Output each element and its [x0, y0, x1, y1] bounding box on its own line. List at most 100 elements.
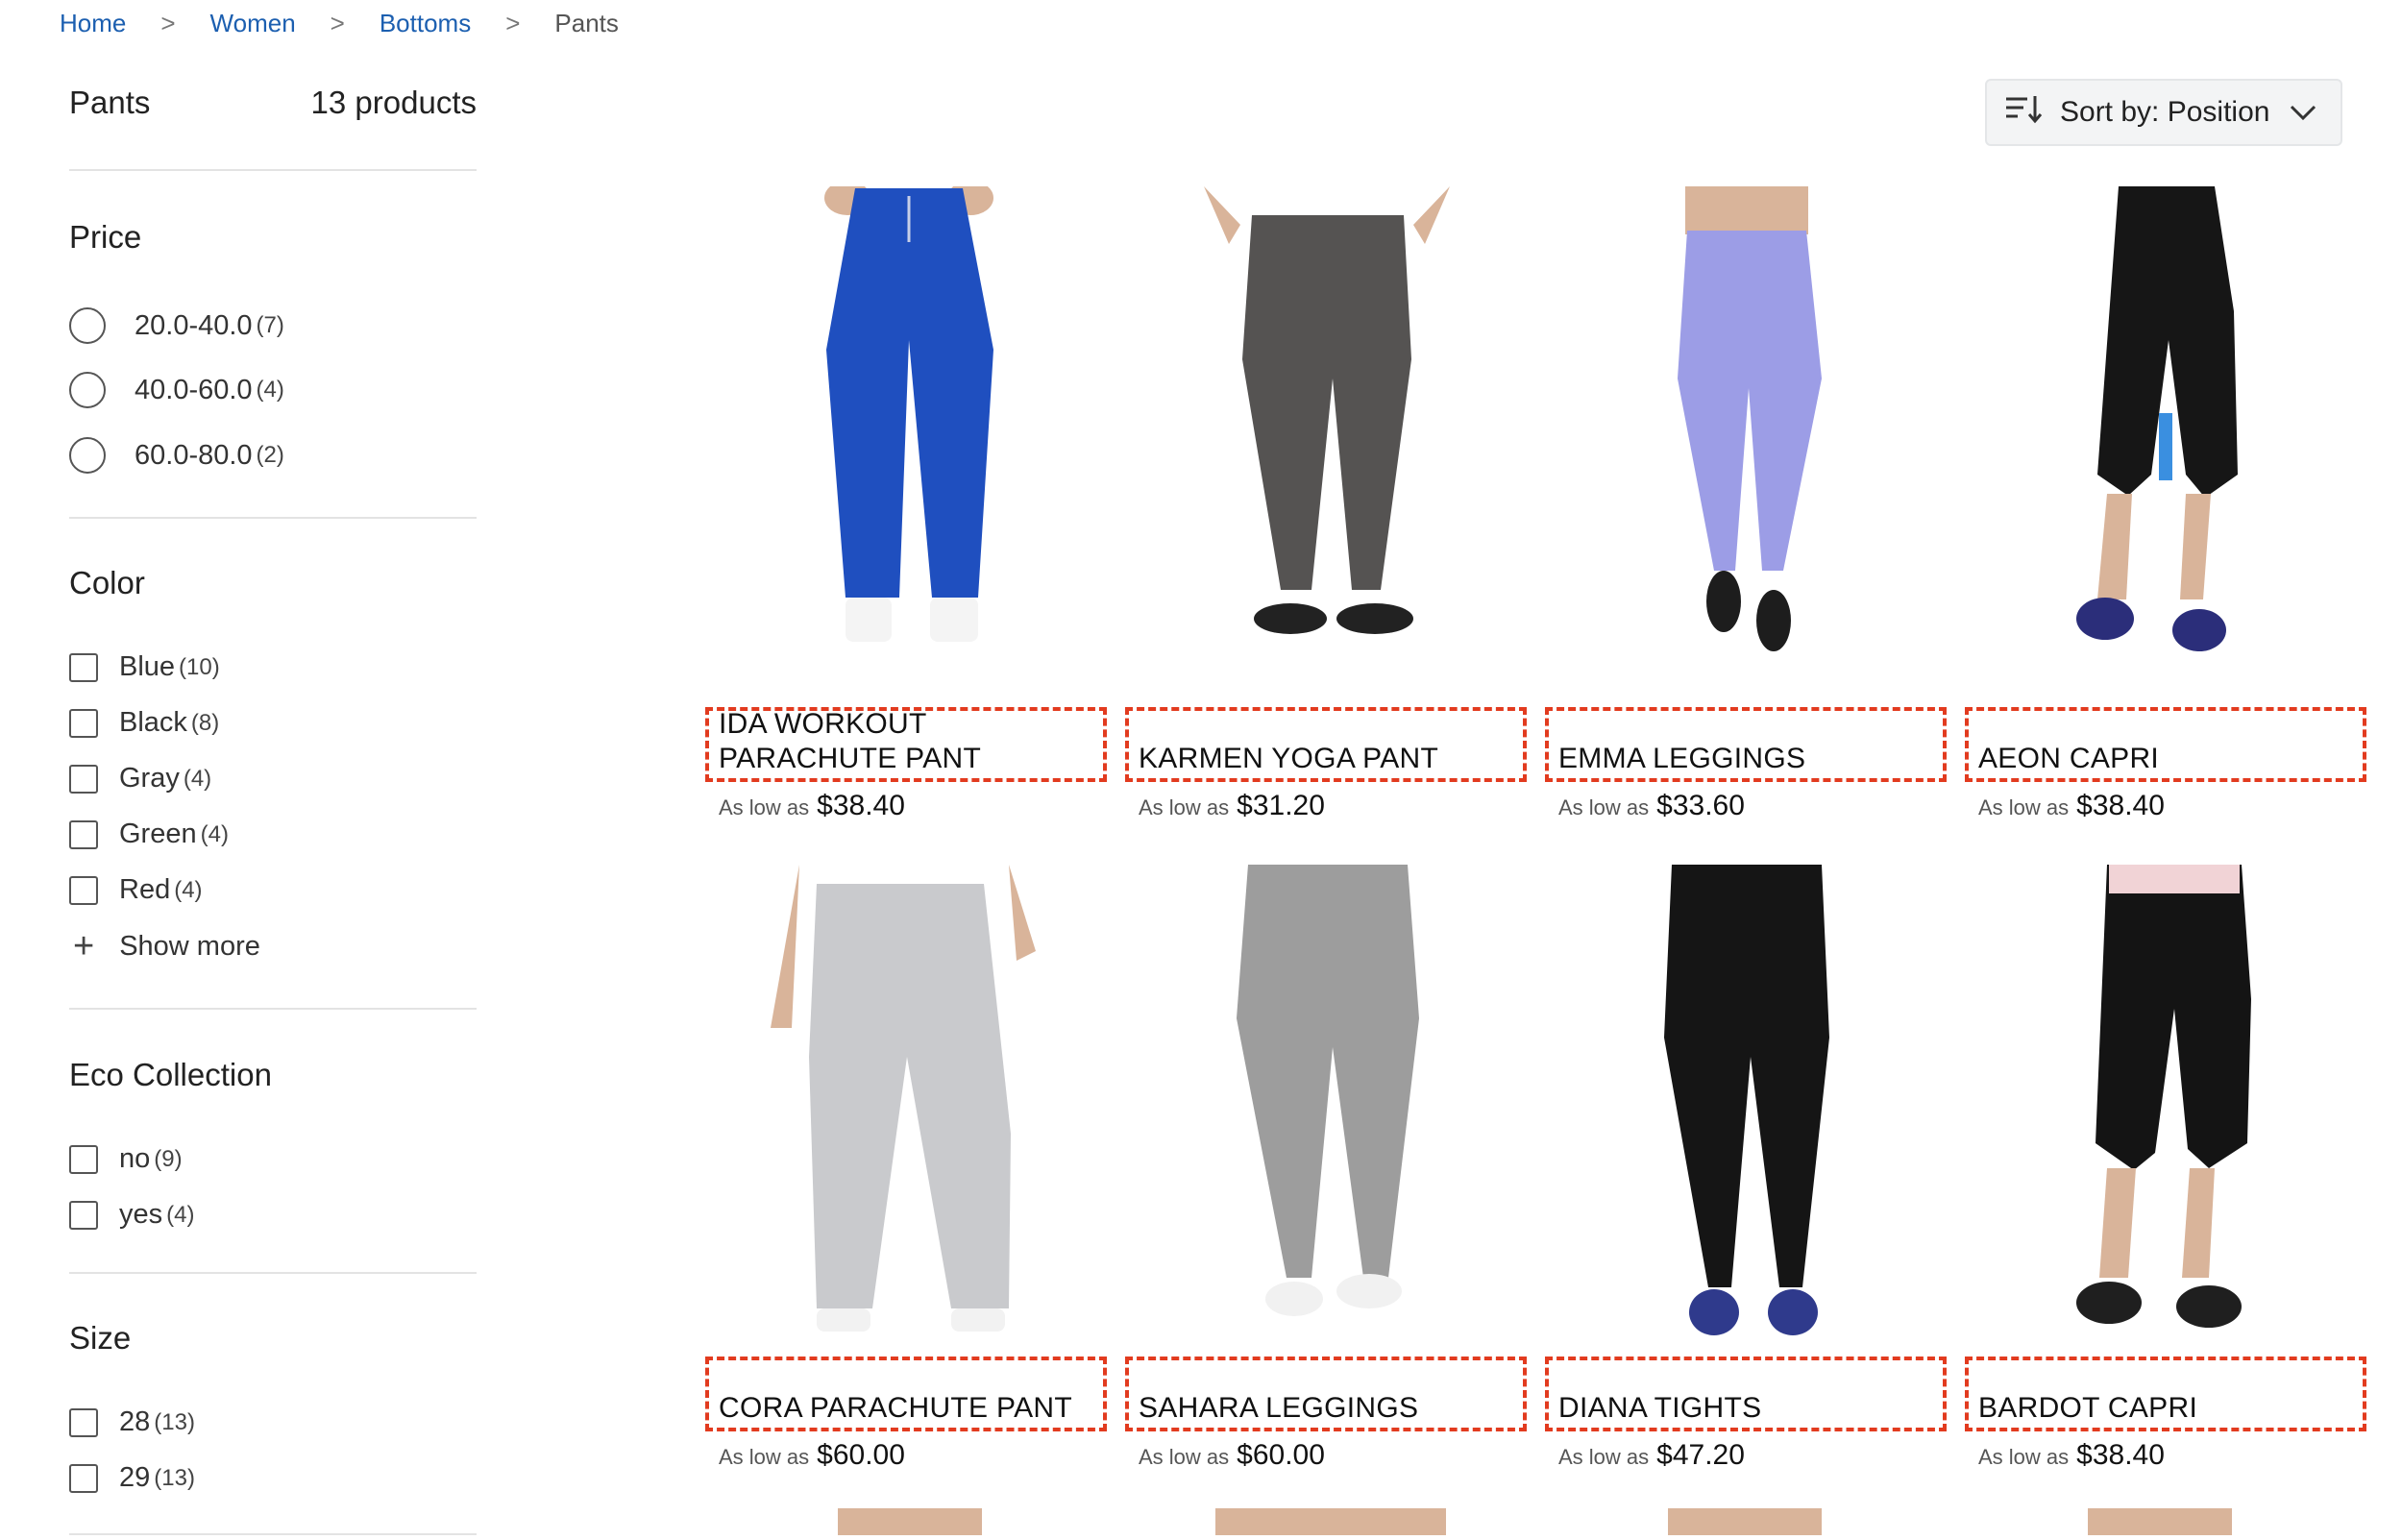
sort-icon: [2004, 93, 2043, 132]
category-header: Pants 13 products: [69, 85, 477, 121]
breadcrumb-current: Pants: [554, 8, 619, 37]
size-option[interactable]: 29 (13): [69, 1462, 195, 1494]
category-title: Pants: [69, 85, 151, 120]
divider: [69, 1272, 477, 1274]
color-option[interactable]: Black (8): [69, 707, 219, 739]
price-option-label: 40.0-60.0: [135, 374, 253, 405]
radio-button[interactable]: [69, 437, 106, 474]
product-price: As low as $38.40: [1978, 790, 2165, 822]
price-option-count: (2): [256, 442, 284, 468]
product-image[interactable]: [1123, 865, 1531, 1355]
product-name[interactable]: KARMEN YOGA PANT: [1125, 707, 1527, 782]
checkbox[interactable]: [69, 708, 98, 738]
product-name[interactable]: EMMA LEGGINGS: [1545, 707, 1947, 782]
radio-button[interactable]: [69, 372, 106, 408]
product-name[interactable]: DIANA TIGHTS: [1545, 1357, 1947, 1431]
price-option[interactable]: 20.0-40.0 (7): [69, 307, 284, 344]
product-count: 13 products: [310, 85, 477, 120]
product-image-partial[interactable]: [1963, 1508, 2370, 1535]
price-filter-title: Price: [69, 219, 142, 255]
breadcrumb: Home > Women > Bottoms > Pants: [60, 6, 619, 40]
product-name[interactable]: IDA WORKOUT PARACHUTE PANT: [705, 707, 1107, 782]
product-name[interactable]: AEON CAPRI: [1965, 707, 2366, 782]
checkbox[interactable]: [69, 1144, 98, 1174]
price-option-label: 60.0-80.0: [135, 439, 253, 471]
product-image[interactable]: [703, 181, 1111, 676]
color-option-label: Blue: [119, 651, 176, 682]
product-image[interactable]: [1543, 865, 1950, 1355]
eco-option[interactable]: no (9): [69, 1143, 183, 1175]
product-image-partial[interactable]: [1543, 1508, 1950, 1535]
breadcrumb-separator: >: [330, 8, 345, 37]
price-value: $31.20: [1237, 790, 1325, 821]
size-option-label: 28: [119, 1406, 151, 1437]
price-value: $47.20: [1656, 1439, 1745, 1471]
price-option[interactable]: 60.0-80.0 (2): [69, 437, 284, 474]
color-option-count: (4): [174, 876, 203, 903]
color-option-label: Black: [119, 707, 187, 738]
color-option[interactable]: Gray (4): [69, 763, 211, 794]
breadcrumb-bottoms-link[interactable]: Bottoms: [380, 9, 471, 38]
checkbox[interactable]: [69, 1200, 98, 1230]
product-image[interactable]: [1123, 186, 1531, 676]
color-option-count: (4): [183, 765, 212, 792]
price-value: $33.60: [1656, 790, 1745, 821]
product-image[interactable]: [1543, 186, 1950, 676]
price-prefix: As low as: [719, 795, 810, 819]
price-option[interactable]: 40.0-60.0 (4): [69, 372, 284, 408]
checkbox[interactable]: [69, 1407, 98, 1437]
checkbox[interactable]: [69, 1463, 98, 1493]
size-option-count: (13): [154, 1408, 195, 1435]
eco-option[interactable]: yes (4): [69, 1199, 194, 1231]
breadcrumb-home-link[interactable]: Home: [60, 9, 126, 38]
product-price: As low as $60.00: [719, 1439, 905, 1472]
color-option[interactable]: Green (4): [69, 819, 229, 850]
breadcrumb-women-link[interactable]: Women: [210, 9, 296, 38]
price-prefix: As low as: [719, 1445, 810, 1469]
product-image-partial[interactable]: [703, 1508, 1111, 1535]
price-value: $38.40: [2076, 1439, 2165, 1471]
size-option[interactable]: 28 (13): [69, 1406, 195, 1438]
color-option-count: (10): [179, 653, 220, 680]
price-prefix: As low as: [1139, 795, 1230, 819]
checkbox[interactable]: [69, 652, 98, 682]
product-price: As low as $38.40: [719, 790, 905, 822]
eco-option-count: (4): [166, 1201, 195, 1228]
checkbox[interactable]: [69, 875, 98, 905]
checkbox[interactable]: [69, 819, 98, 849]
color-option[interactable]: Blue (10): [69, 651, 220, 683]
product-price: As low as $31.20: [1139, 790, 1325, 822]
checkbox[interactable]: [69, 764, 98, 794]
divider: [69, 517, 477, 519]
size-filter-title: Size: [69, 1320, 132, 1356]
price-option-count: (4): [256, 377, 284, 403]
price-option-count: (7): [256, 312, 284, 338]
product-image[interactable]: [1963, 865, 2370, 1355]
price-prefix: As low as: [1558, 795, 1650, 819]
product-price: As low as $47.20: [1558, 1439, 1745, 1472]
product-price: As low as $38.40: [1978, 1439, 2165, 1472]
product-image[interactable]: [1963, 186, 2370, 676]
price-prefix: As low as: [1558, 1445, 1650, 1469]
color-option[interactable]: Red (4): [69, 874, 203, 906]
radio-button[interactable]: [69, 307, 106, 344]
divider: [69, 169, 477, 171]
color-option-count: (8): [190, 709, 220, 736]
eco-option-label: no: [119, 1143, 151, 1174]
product-price: As low as $60.00: [1139, 1439, 1325, 1472]
divider: [69, 1008, 477, 1010]
show-more-label: Show more: [119, 930, 260, 962]
product-name[interactable]: SAHARA LEGGINGS: [1125, 1357, 1527, 1431]
product-image-partial[interactable]: [1123, 1508, 1531, 1535]
sort-dropdown[interactable]: Sort by: Position: [1985, 79, 2342, 146]
eco-option-label: yes: [119, 1199, 163, 1230]
color-filter-title: Color: [69, 565, 145, 600]
price-prefix: As low as: [1139, 1445, 1230, 1469]
show-more-button[interactable]: + Show more: [73, 928, 260, 965]
product-image[interactable]: [703, 865, 1111, 1355]
color-option-label: Red: [119, 874, 171, 905]
breadcrumb-separator: >: [505, 8, 521, 37]
product-name[interactable]: CORA PARACHUTE PANT: [705, 1357, 1107, 1431]
product-name[interactable]: BARDOT CAPRI: [1965, 1357, 2366, 1431]
sort-label: Sort by: Position: [2060, 96, 2270, 128]
